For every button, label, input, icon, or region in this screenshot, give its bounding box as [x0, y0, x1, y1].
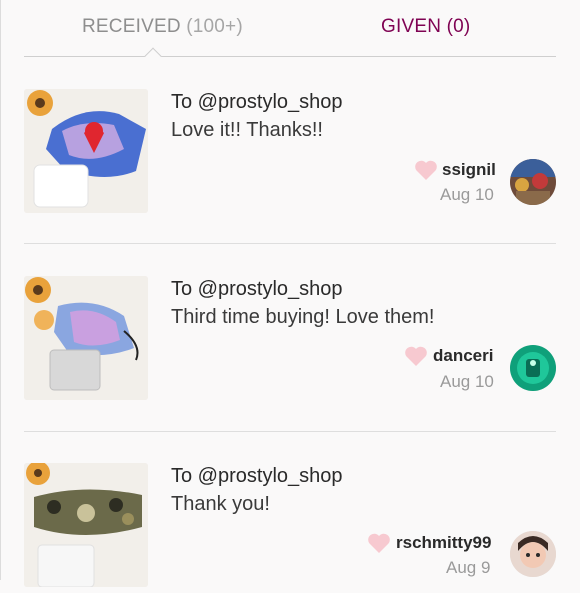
heart-icon [368, 533, 390, 553]
tab-received-count: (100+) [186, 16, 243, 37]
review-date: Aug 9 [446, 558, 491, 577]
user-avatar[interactable] [510, 159, 556, 205]
review-message: Love it!! Thanks!! [171, 119, 323, 141]
review-row[interactable]: To @prostylo_shop Thank you! rschmitty99… [24, 463, 556, 593]
product-thumbnail[interactable] [24, 463, 148, 587]
review-recipient[interactable]: To @prostylo_shop [171, 91, 343, 114]
left-border [0, 0, 1, 580]
reviewer-username[interactable]: rschmitty99 [396, 533, 491, 553]
row-divider [24, 243, 556, 244]
reviewer-username[interactable]: ssignil [442, 160, 496, 180]
row-divider [24, 431, 556, 432]
review-message: Thank you! [171, 493, 270, 515]
review-row[interactable]: To @prostylo_shop Third time buying! Lov… [24, 276, 556, 406]
heart-icon [405, 346, 427, 366]
user-avatar[interactable] [510, 345, 556, 391]
tab-received[interactable]: RECEIVED (100+) [82, 16, 243, 38]
product-thumbnail[interactable] [24, 89, 148, 213]
product-thumbnail[interactable] [24, 276, 148, 400]
heart-icon [415, 160, 437, 180]
review-message: Third time buying! Love them! [171, 306, 435, 328]
review-recipient[interactable]: To @prostylo_shop [171, 465, 343, 488]
active-tab-caret [144, 47, 162, 65]
review-tabs: RECEIVED (100+) GIVEN (0) [24, 0, 556, 65]
tab-given[interactable]: GIVEN (0) [381, 16, 470, 38]
tab-received-label: RECEIVED [82, 16, 181, 37]
review-date: Aug 10 [440, 185, 494, 204]
review-recipient[interactable]: To @prostylo_shop [171, 278, 343, 301]
review-row[interactable]: To @prostylo_shop Love it!! Thanks!! ssi… [24, 89, 556, 219]
tab-underline [24, 56, 556, 57]
reviewer-username[interactable]: danceri [433, 346, 493, 366]
review-date: Aug 10 [440, 372, 494, 391]
user-avatar[interactable] [510, 531, 556, 577]
